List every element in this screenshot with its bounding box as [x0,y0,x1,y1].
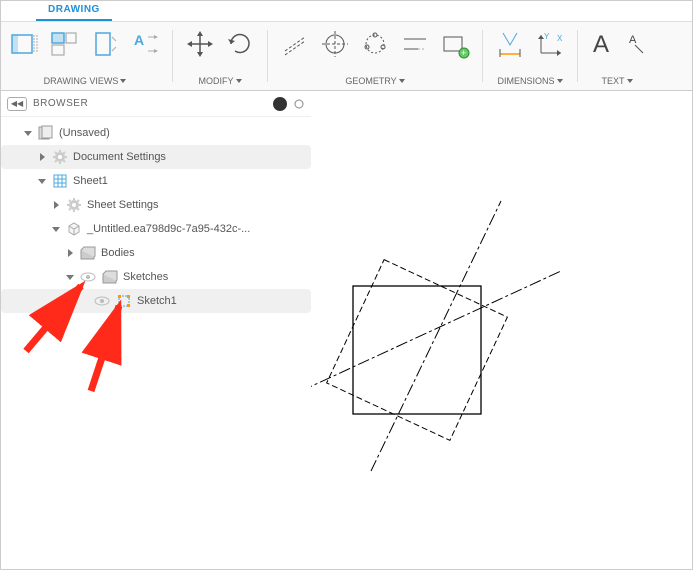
tab-drawing[interactable]: DRAWING [36,0,112,21]
tree-label: Bodies [101,247,135,259]
svg-text:A: A [593,31,609,58]
group-label-text[interactable]: TEXT [601,76,632,88]
tree-item-sketch1[interactable]: Sketch1 [1,289,311,313]
ribbon-group-modify: MODIFY [176,22,264,90]
tree-label: Sketch1 [137,295,177,307]
tree-label: Sheet Settings [87,199,159,211]
tree-item-untitled[interactable]: _Untitled.ea798d9c-7a95-432c-... [1,217,311,241]
svg-text:A: A [134,32,144,48]
browser-title: BROWSER [33,98,267,109]
group-label-modify[interactable]: MODIFY [199,76,242,88]
visibility-eye-icon[interactable] [79,268,97,286]
tree-item-document-settings[interactable]: Document Settings [1,145,311,169]
leader-icon[interactable]: A [627,26,647,62]
tree-label: Sheet1 [73,175,108,187]
dimension-icon[interactable] [492,26,528,62]
drawing-canvas[interactable] [311,91,692,569]
tree-item-sheet-settings[interactable]: Sheet Settings [1,193,311,217]
ribbon-group-text: A A TEXT [581,22,653,90]
measure-icon[interactable]: + [437,26,473,62]
text-icon[interactable]: A [587,26,623,62]
center-pattern-icon[interactable] [357,26,393,62]
centerline-icon[interactable] [277,26,313,62]
tree-label: Document Settings [73,151,166,163]
browser-options-icon[interactable] [293,98,305,110]
projected-view-icon[interactable] [47,26,83,62]
ribbon-group-drawing-views: A DRAWING VIEWS [1,22,169,90]
ribbon-group-geometry: + GEOMETRY [271,22,479,90]
tree-item-bodies[interactable]: Bodies [1,241,311,265]
group-label-dimensions[interactable]: DIMENSIONS [497,76,562,88]
tree-label: Sketches [123,271,168,283]
rotate-icon[interactable] [222,26,258,62]
svg-text:+: + [461,48,466,58]
edge-extension-icon[interactable] [397,26,433,62]
ordinate-icon[interactable]: XY [532,26,568,62]
svg-text:A: A [629,34,637,46]
section-view-icon[interactable] [87,26,123,62]
svg-text:X: X [557,34,563,43]
ribbon-group-dimensions: XY DIMENSIONS [486,22,574,90]
tree-item-sheet1[interactable]: Sheet1 [1,169,311,193]
tree-item-sketches[interactable]: Sketches [1,265,311,289]
tree-label: _Untitled.ea798d9c-7a95-432c-... [87,223,250,235]
tree-root[interactable]: (Unsaved) [1,121,311,145]
browser-panel: ◀◀ BROWSER (Unsaved) Document Settings S… [1,91,311,569]
base-view-icon[interactable] [7,26,43,62]
browser-tree: (Unsaved) Document Settings Sheet1 Sheet… [1,117,311,317]
pin-browser-button[interactable] [273,97,287,111]
move-icon[interactable] [182,26,218,62]
center-mark-icon[interactable] [317,26,353,62]
svg-text:Y: Y [544,32,550,41]
visibility-eye-icon[interactable] [93,292,111,310]
ribbon-toolbar: A DRAWING VIEWS MODIFY [1,21,692,91]
tree-label: (Unsaved) [59,127,110,139]
group-label-geometry[interactable]: GEOMETRY [345,76,404,88]
group-label-drawing-views[interactable]: DRAWING VIEWS [44,76,127,88]
collapse-browser-button[interactable]: ◀◀ [7,97,27,111]
detail-view-icon[interactable]: A [127,26,163,62]
